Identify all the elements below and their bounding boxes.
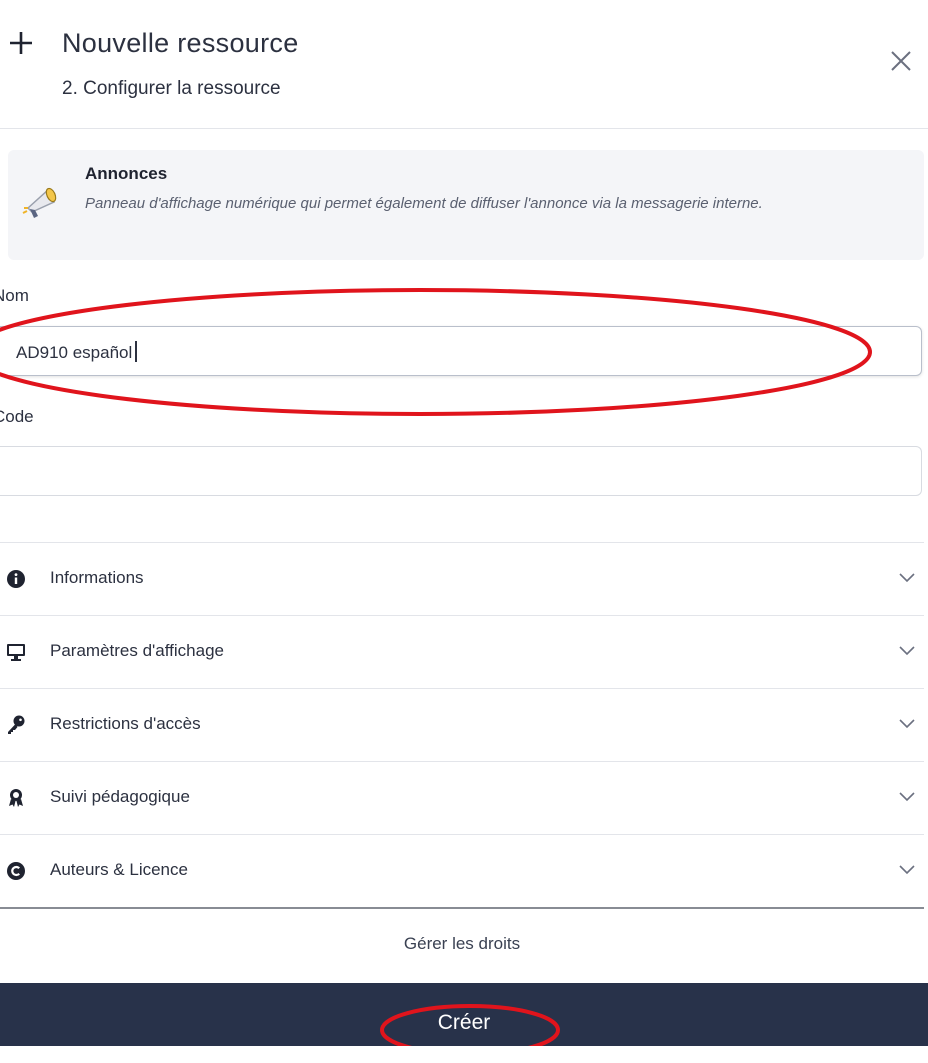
info-circle-icon [7, 570, 25, 588]
chevron-down-icon [899, 865, 915, 875]
megaphone-icon [22, 187, 57, 218]
section-access-restrictions[interactable]: Restrictions d'accès [0, 688, 924, 761]
chevron-down-icon [899, 719, 915, 729]
section-label: Restrictions d'accès [50, 714, 201, 733]
copyright-icon [7, 862, 25, 880]
section-label: Auteurs & Licence [50, 860, 188, 879]
chevron-down-icon [899, 573, 915, 583]
award-icon [9, 789, 23, 807]
resource-type-card: Annonces Panneau d'affichage numérique q… [8, 150, 924, 260]
section-informations[interactable]: Informations [0, 542, 924, 615]
plus-icon [10, 32, 32, 54]
section-label: Paramètres d'affichage [50, 641, 224, 660]
name-field-value: AD910 español [16, 341, 138, 363]
manage-rights-link[interactable]: Gérer les droits [0, 934, 924, 954]
text-caret [135, 341, 138, 362]
key-icon [8, 715, 25, 734]
section-display-settings[interactable]: Paramètres d'affichage [0, 615, 924, 688]
code-label: Code [0, 407, 34, 426]
code-field[interactable] [0, 446, 922, 496]
page-title: Nouvelle ressource [62, 28, 299, 58]
page-subtitle: 2. Configurer la ressource [62, 78, 281, 99]
create-button-label: Créer [437, 1011, 491, 1034]
section-label: Informations [50, 568, 144, 587]
create-button[interactable]: Créer [0, 983, 928, 1046]
section-pedagogical-tracking[interactable]: Suivi pédagogique [0, 761, 924, 834]
settings-sections: Informations Paramètres d'affichage Rest… [0, 542, 924, 909]
chevron-down-icon [899, 792, 915, 802]
chevron-down-icon [899, 646, 915, 656]
section-authors-license[interactable]: Auteurs & Licence [0, 834, 924, 909]
name-field[interactable]: AD910 español [0, 326, 922, 376]
section-label: Suivi pédagogique [50, 787, 190, 806]
dialog-header: Nouvelle ressource 2. Configurer la ress… [0, 0, 928, 129]
close-icon[interactable] [888, 48, 914, 74]
name-label: Nom [0, 286, 29, 305]
monitor-icon [7, 644, 25, 661]
resource-type-description: Panneau d'affichage numérique qui permet… [85, 195, 763, 212]
resource-type-name: Annonces [85, 164, 168, 183]
